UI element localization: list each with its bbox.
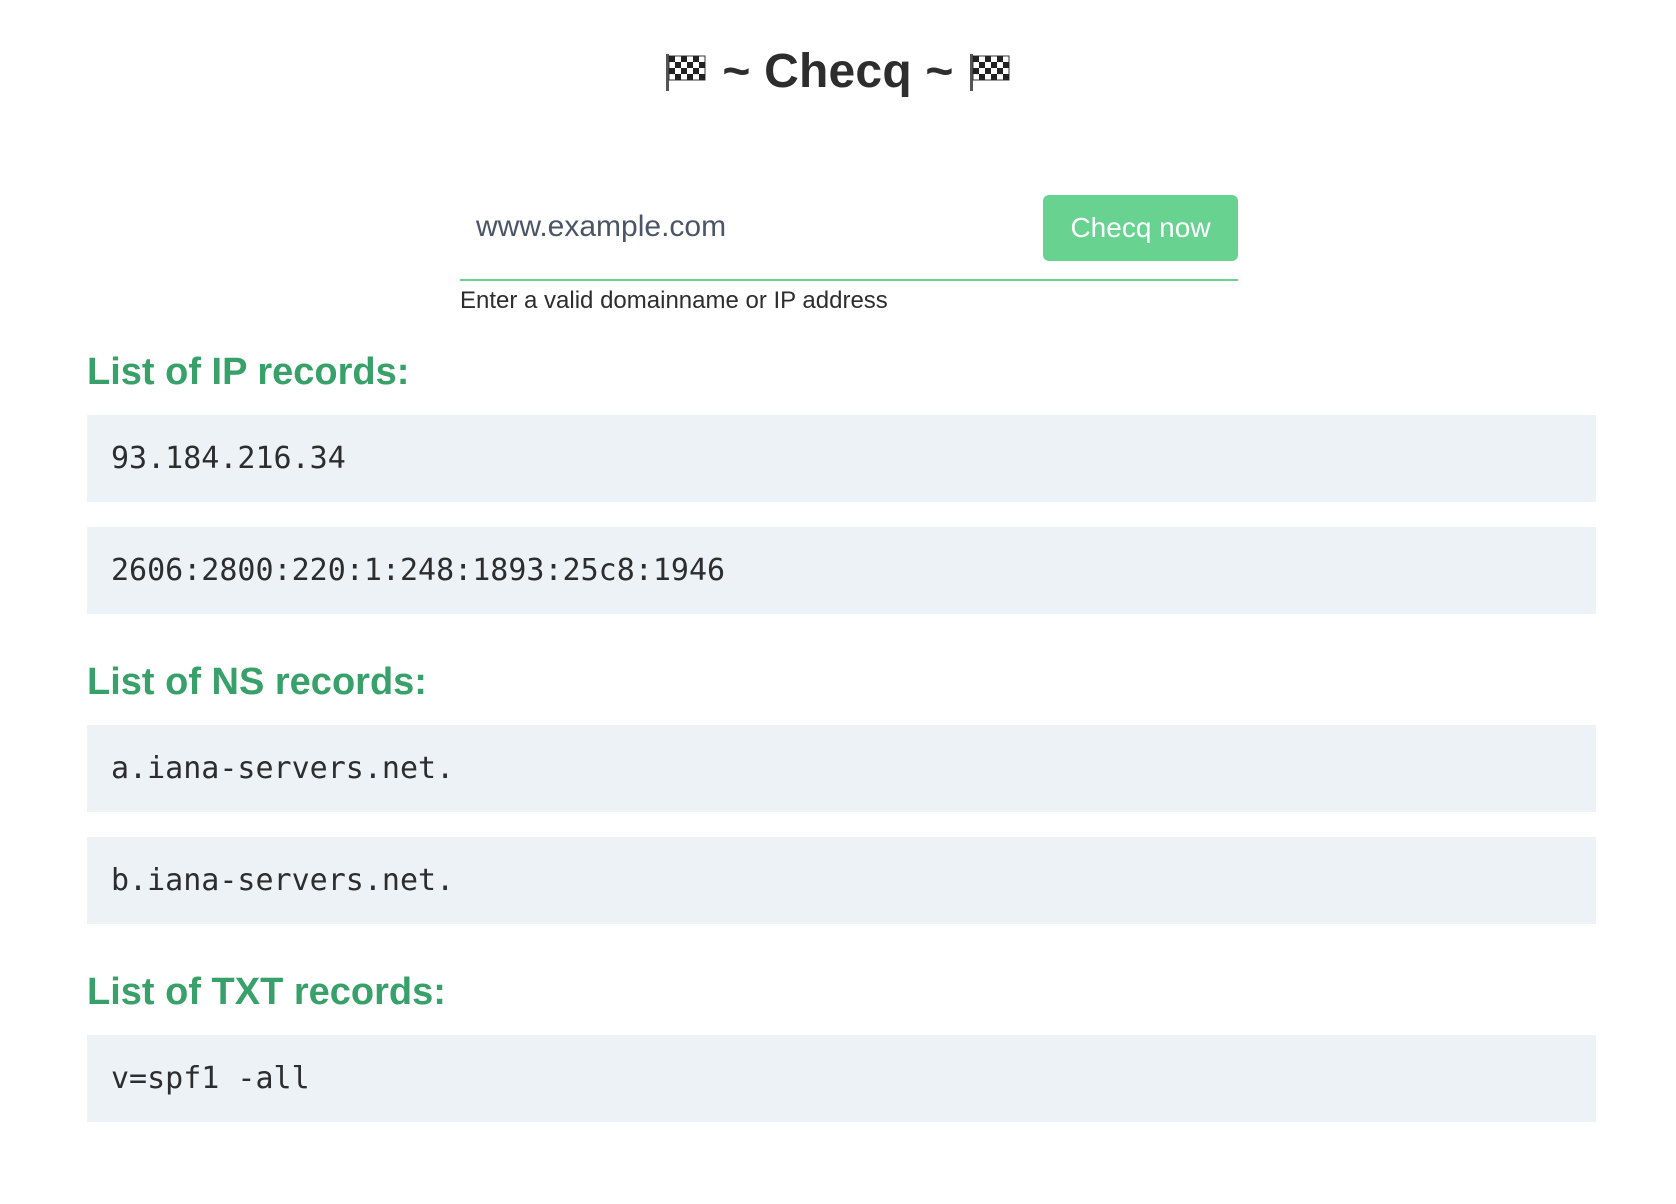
checq-now-button[interactable]: Checq now xyxy=(1043,195,1238,261)
record-item: b.iana-servers.net. xyxy=(87,837,1596,924)
section-title: List of TXT records: xyxy=(87,971,446,1013)
record-item: 93.184.216.34 xyxy=(87,415,1596,502)
record-value: 93.184.216.34 xyxy=(111,441,346,476)
checkered-flag-icon xyxy=(664,52,708,92)
record-value: v=spf1 -all xyxy=(111,1061,310,1096)
section-title: List of NS records: xyxy=(87,661,427,703)
ns-records-section: List of NS records: a.iana-servers.net. … xyxy=(87,659,1596,949)
search-form: Checq now xyxy=(460,193,1238,281)
record-item: a.iana-servers.net. xyxy=(87,725,1596,812)
ip-records-section: List of IP records: 93.184.216.34 2606:2… xyxy=(87,349,1596,639)
input-hint: Enter a valid domainname or IP address xyxy=(460,287,888,314)
page-header: ~ Checq ~ xyxy=(0,44,1676,99)
record-item: v=spf1 -all xyxy=(87,1035,1596,1122)
record-item: 2606:2800:220:1:248:1893:25c8:1946 xyxy=(87,527,1596,614)
page-title: ~ Checq ~ xyxy=(722,45,954,98)
section-title: List of IP records: xyxy=(87,351,410,393)
record-value: a.iana-servers.net. xyxy=(111,751,455,786)
domain-input[interactable] xyxy=(462,199,1036,255)
record-value: b.iana-servers.net. xyxy=(111,863,455,898)
checkered-flag-icon xyxy=(968,52,1012,92)
txt-records-section: List of TXT records: v=spf1 -all xyxy=(87,969,1596,1147)
record-value: 2606:2800:220:1:248:1893:25c8:1946 xyxy=(111,553,726,588)
